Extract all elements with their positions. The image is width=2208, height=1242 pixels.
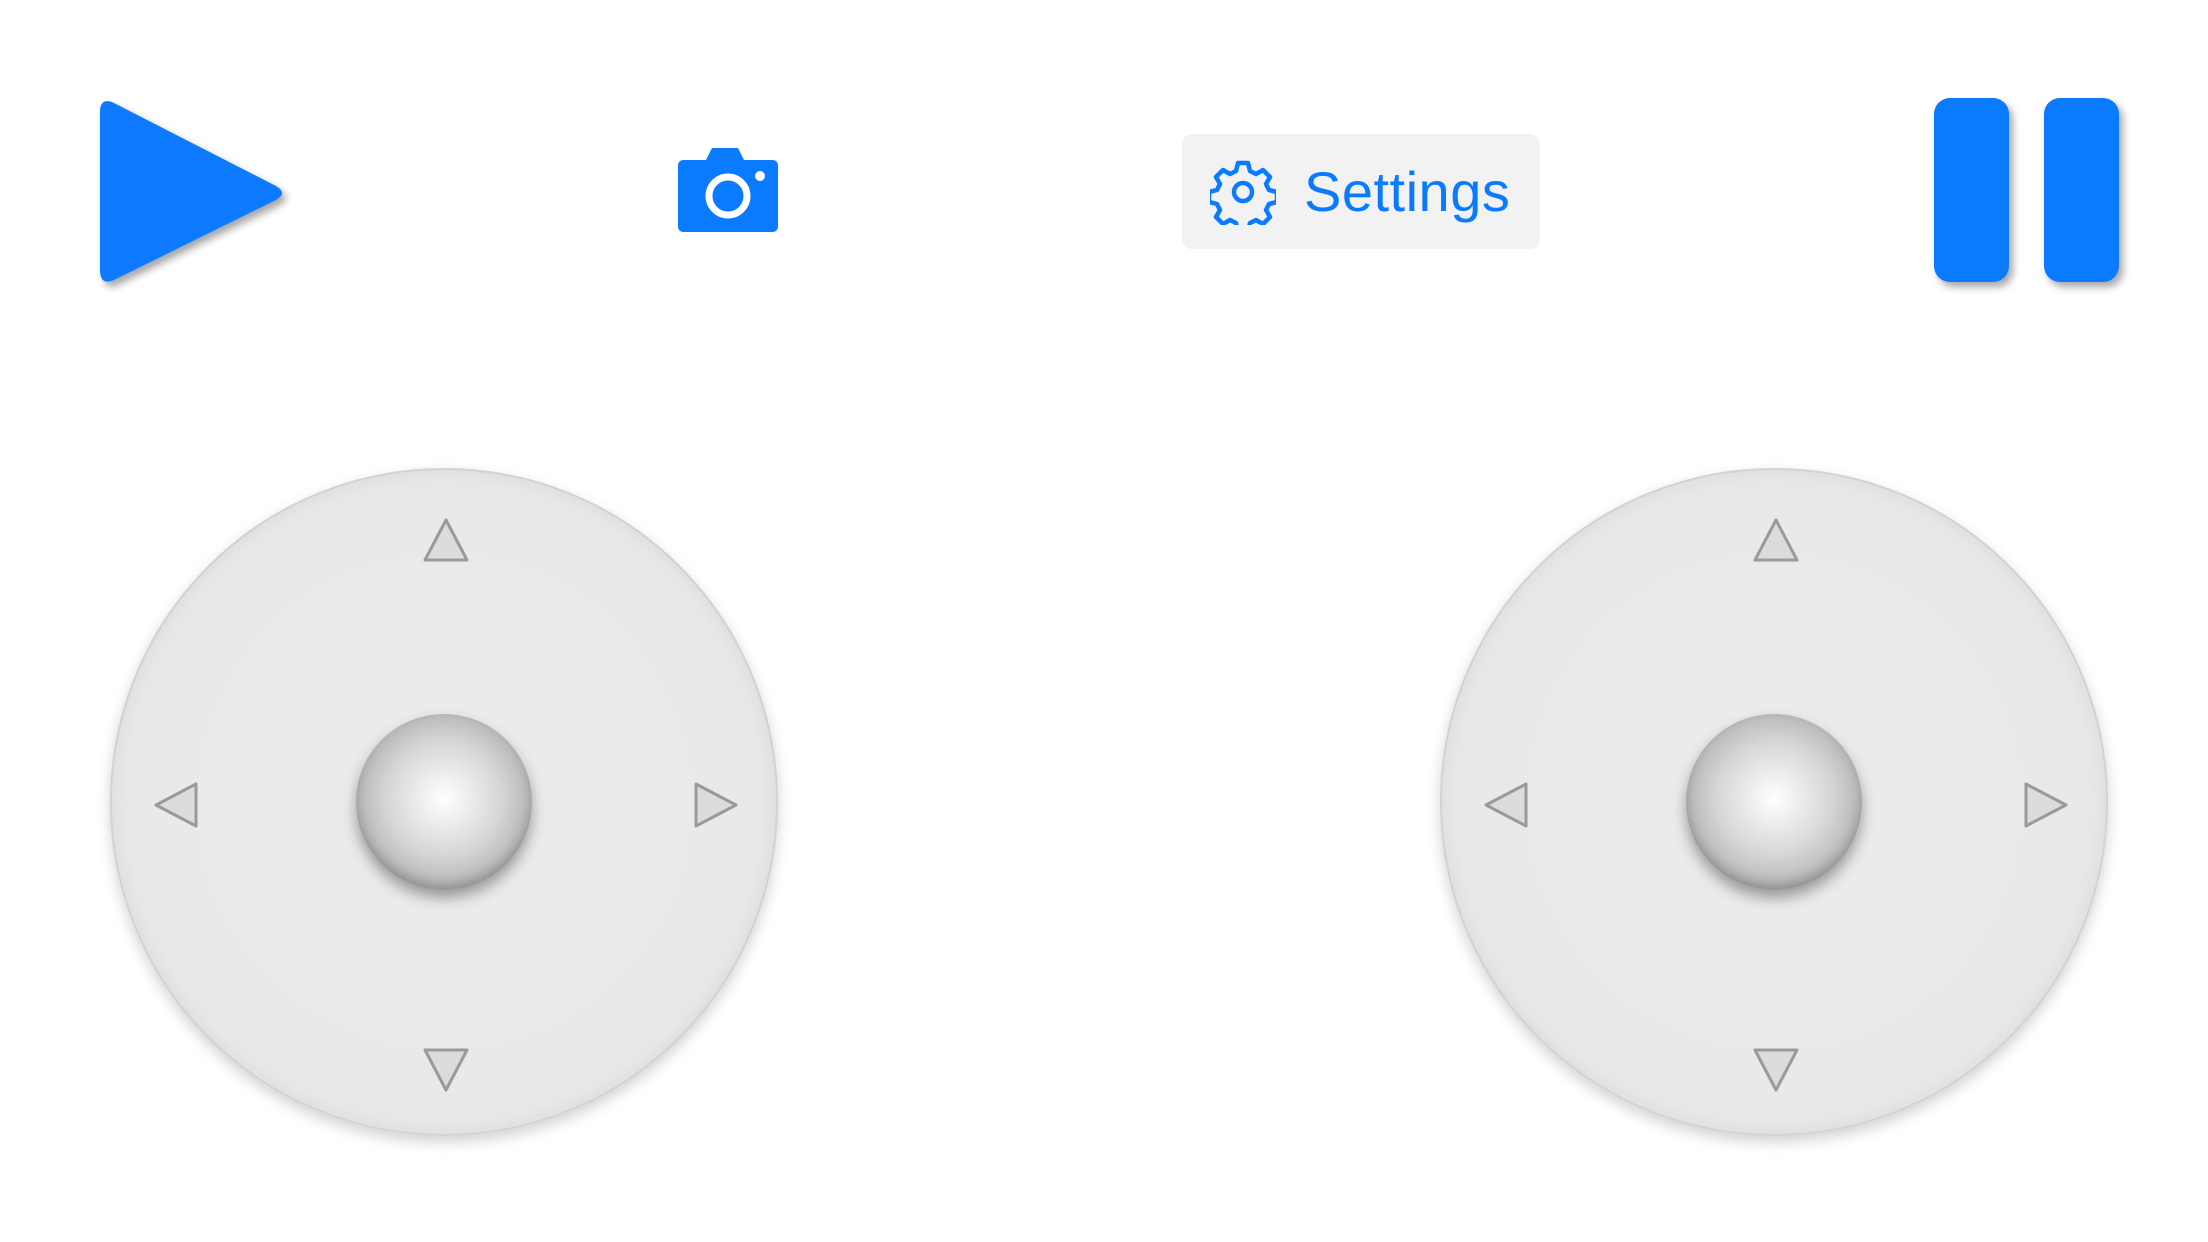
settings-label: Settings [1304,159,1511,223]
left-joystick-left-arrow-icon[interactable] [152,780,202,830]
camera-button[interactable] [676,144,780,234]
left-joystick-right-arrow-icon[interactable] [690,780,740,830]
gear-icon [1206,159,1280,233]
pause-icon-bar-right [2044,98,2119,282]
play-icon [100,101,282,282]
left-joystick-up-arrow-icon[interactable] [421,516,471,566]
left-joystick-down-arrow-icon[interactable] [421,1044,471,1094]
settings-button[interactable]: Settings [1182,134,1540,249]
right-joystick-up-arrow-icon[interactable] [1751,516,1801,566]
camera-icon [678,148,778,232]
right-joystick-right-arrow-icon[interactable] [2020,780,2070,830]
pause-button[interactable] [1934,98,2124,288]
right-joystick-left-arrow-icon[interactable] [1482,780,1532,830]
play-button[interactable] [98,98,288,288]
left-joystick[interactable] [110,468,778,1136]
pause-icon [1934,98,2009,282]
right-joystick-knob[interactable] [1686,714,1862,890]
left-joystick-knob[interactable] [356,714,532,890]
right-joystick[interactable] [1440,468,2108,1136]
right-joystick-down-arrow-icon[interactable] [1751,1044,1801,1094]
